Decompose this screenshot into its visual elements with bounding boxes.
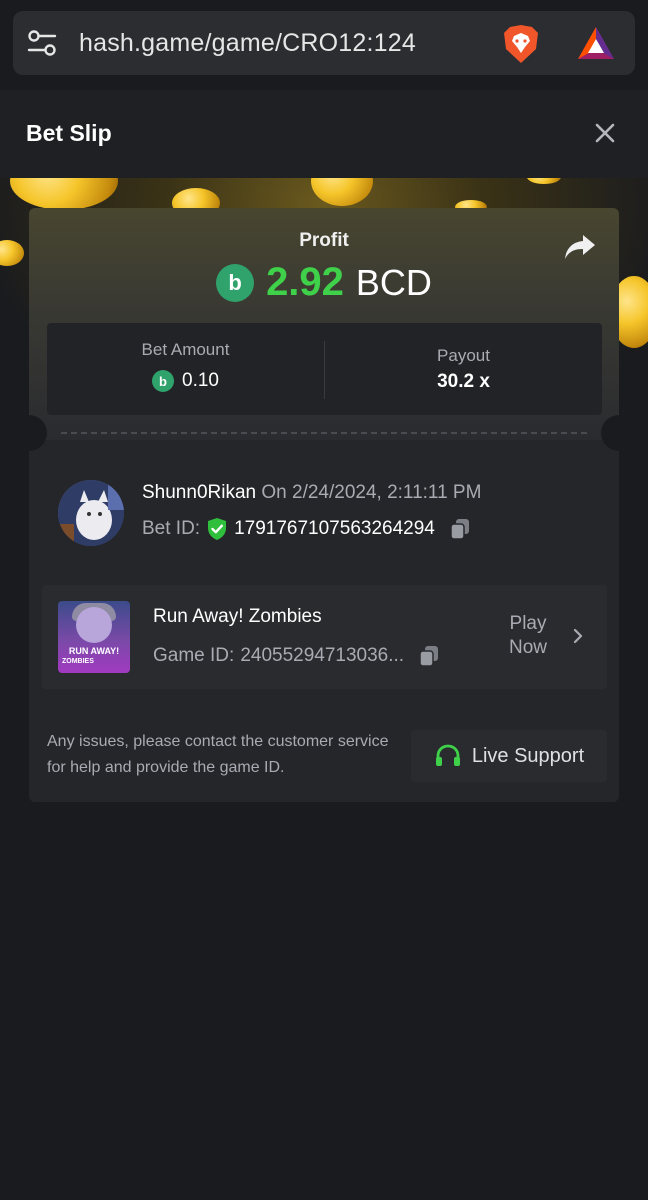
support-message: Any issues, please contact the customer … [47, 733, 389, 776]
bet-amount-label: Bet Amount [141, 340, 230, 359]
user-row: Shunn0Rikan On 2/24/2024, 2:11:11 PM [142, 482, 481, 504]
payout-label: Payout [437, 346, 490, 365]
url-bar[interactable]: hash.game/game/CRO12:124 [13, 11, 635, 75]
live-support-button[interactable]: Live Support [411, 730, 607, 782]
bcd-coin-icon: b [216, 263, 255, 302]
profit-label: Profit [299, 230, 349, 251]
bet-date: On 2/24/2024, 2:11:11 PM [261, 482, 482, 503]
profit-row: b 2.92 BCD [29, 260, 619, 305]
bet-stats: Bet Amount b 0.10 Payout 30.2 x [47, 323, 602, 415]
copy-icon[interactable] [418, 644, 440, 668]
bet-slip-header: Bet Slip [0, 90, 648, 178]
game-id-row: Game ID: 24055294713036... [153, 644, 440, 668]
game-name: Run Away! Zombies [153, 606, 322, 627]
ticket-divider [61, 432, 587, 434]
close-icon[interactable] [590, 118, 620, 148]
bet-id-label: Bet ID: [142, 518, 201, 539]
live-support-label: Live Support [471, 744, 585, 767]
play-now-button[interactable]: Play Now [498, 612, 558, 660]
brave-shield-icon[interactable] [501, 23, 541, 65]
game-id-value: 24055294713036... [240, 645, 405, 666]
url-text[interactable]: hash.game/game/CRO12:124 [79, 29, 416, 58]
thumb-character [76, 607, 112, 643]
payout-stat: Payout 30.2 x [325, 323, 602, 415]
profit-currency: BCD [355, 261, 432, 303]
profit-amount: 2.92 [266, 260, 344, 304]
share-icon[interactable] [563, 232, 597, 262]
thumb-title-line2: ZOMBIES [62, 658, 94, 665]
username[interactable]: Shunn0Rikan [142, 482, 256, 503]
avatar[interactable] [58, 480, 124, 546]
game-id-label: Game ID: [153, 645, 235, 666]
bet-amount-value: 0.10 [182, 370, 219, 391]
game-row[interactable]: RUN AWAY! ZOMBIES Run Away! Zombies Game… [42, 585, 607, 689]
bet-slip-card: Profit b 2.92 BCD Bet Amount b 0.10 Payo… [29, 208, 619, 802]
browser-bar: hash.game/game/CRO12:124 [0, 0, 648, 90]
game-thumbnail[interactable]: RUN AWAY! ZOMBIES [58, 601, 130, 673]
bet-amount-row: b 0.10 [47, 370, 324, 392]
bet-id-row: Bet ID: 1791767107563264294 [142, 517, 471, 541]
chevron-right-icon[interactable] [570, 626, 586, 646]
cat-avatar-icon [58, 480, 124, 546]
headset-icon [435, 744, 460, 766]
site-settings-icon[interactable] [27, 29, 57, 57]
verified-shield-icon [208, 518, 227, 540]
thumb-title-line1: RUN AWAY! [68, 646, 120, 656]
page-title: Bet Slip [26, 120, 112, 146]
bat-rewards-icon[interactable] [576, 25, 616, 61]
copy-icon[interactable] [449, 517, 471, 541]
bet-id-value: 1791767107563264294 [234, 518, 435, 539]
profit-section: Profit b 2.92 BCD Bet Amount b 0.10 Payo… [29, 208, 619, 440]
payout-value: 30.2 x [437, 371, 490, 392]
bcd-coin-icon: b [152, 370, 174, 392]
bet-amount-stat: Bet Amount b 0.10 [47, 323, 324, 415]
